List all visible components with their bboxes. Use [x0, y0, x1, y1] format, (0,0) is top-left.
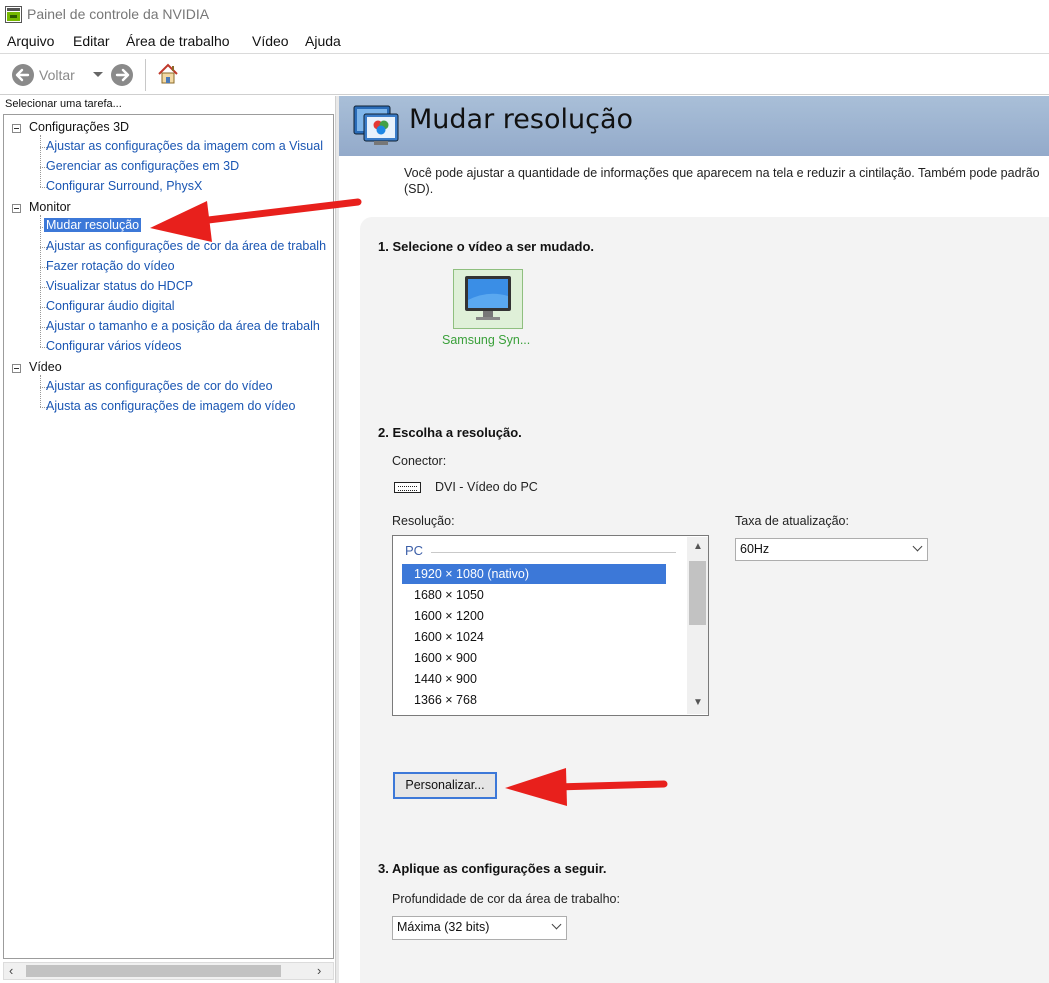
refresh-rate-dropdown[interactable]: 60Hz: [735, 538, 928, 561]
settings-content: 1. Selecione o vídeo a ser mudado. Samsu…: [360, 217, 1049, 983]
page-description: Você pode ajustar a quantidade de inform…: [404, 166, 1040, 196]
page-banner: Mudar resolução: [339, 96, 1049, 156]
tree-item-ajustar-imagem[interactable]: Ajustar as configurações da imagem com a…: [46, 139, 323, 153]
refresh-rate-value: 60Hz: [740, 542, 770, 556]
content-panel: Mudar resolução Você pode ajustar a quan…: [339, 96, 1049, 983]
window-title: Painel de controle da NVIDIA: [27, 6, 210, 22]
task-tree: Configurações 3D Ajustar as configuraçõe…: [3, 114, 334, 959]
toolbar-separator: [145, 59, 146, 91]
scroll-thumb[interactable]: [26, 965, 281, 977]
resolution-option[interactable]: 1680 × 1050: [402, 585, 666, 605]
collapse-3d-icon[interactable]: [12, 124, 21, 133]
forward-arrow-icon: [115, 68, 130, 82]
resolution-group-header: PC: [405, 543, 424, 558]
resolution-label: Resolução:: [392, 514, 455, 528]
scroll-thumb[interactable]: [689, 561, 706, 625]
scroll-up-icon[interactable]: ▲: [693, 541, 703, 552]
resolution-option[interactable]: 1600 × 1024: [402, 627, 666, 647]
connector-label: Conector:: [392, 454, 447, 468]
resolution-option[interactable]: 1920 × 1080 (nativo): [402, 564, 666, 584]
tree-group-video[interactable]: Vídeo: [29, 360, 62, 374]
scroll-right-icon[interactable]: ›: [317, 963, 321, 978]
chevron-down-icon: [912, 541, 923, 552]
step1-heading: 1. Selecione o vídeo a ser mudado.: [378, 239, 595, 254]
display-name[interactable]: Samsung Syn...: [442, 333, 530, 347]
resolution-list-scrollbar[interactable]: ▲ ▼: [687, 537, 708, 714]
title-bar: Painel de controle da NVIDIA: [0, 0, 1049, 30]
display-settings-icon: [353, 105, 399, 145]
forward-button[interactable]: [111, 64, 133, 86]
task-panel: Selecionar uma tarefa... Configurações 3…: [0, 96, 335, 983]
dvi-connector-icon: [394, 482, 421, 493]
tree-group-monitor[interactable]: Monitor: [29, 200, 71, 214]
monitor-icon: [465, 276, 511, 320]
tree-item-varios-videos[interactable]: Configurar vários vídeos: [46, 339, 181, 353]
tree-item-imagem-video[interactable]: Ajusta as configurações de imagem do víd…: [46, 399, 295, 413]
step3-heading: 3. Aplique as configurações a seguir.: [378, 861, 607, 876]
color-depth-label: Profundidade de cor da área de trabalho:: [392, 892, 620, 906]
collapse-video-icon[interactable]: [12, 364, 21, 373]
back-button[interactable]: [12, 64, 34, 86]
resolution-list[interactable]: PC 1920 × 1080 (nativo) 1680 × 1050 1600…: [392, 535, 709, 716]
back-arrow-icon: [15, 68, 30, 82]
resolution-option[interactable]: 1600 × 900: [402, 648, 666, 668]
collapse-monitor-icon[interactable]: [12, 204, 21, 213]
page-title: Mudar resolução: [409, 104, 634, 135]
resolution-option[interactable]: 1440 × 900: [402, 669, 666, 689]
group-divider: [431, 552, 676, 553]
tree-item-cor-video[interactable]: Ajustar as configurações de cor do vídeo: [46, 379, 273, 393]
color-depth-dropdown[interactable]: Máxima (32 bits): [392, 916, 567, 940]
scroll-down-icon[interactable]: ▼: [693, 697, 703, 708]
tree-item-audio-digital[interactable]: Configurar áudio digital: [46, 299, 175, 313]
nvidia-app-icon: [5, 6, 22, 23]
tree-item-surround-physx[interactable]: Configurar Surround, PhysX: [46, 179, 202, 193]
task-panel-header: Selecionar uma tarefa...: [5, 98, 122, 110]
tree-item-cor-area-trabalho[interactable]: Ajustar as configurações de cor da área …: [46, 239, 326, 253]
menu-video[interactable]: Vídeo: [252, 33, 289, 49]
tree-group-3d[interactable]: Configurações 3D: [29, 120, 129, 134]
scroll-left-icon[interactable]: ‹: [9, 963, 13, 978]
step2-heading: 2. Escolha a resolução.: [378, 425, 522, 440]
color-depth-value: Máxima (32 bits): [397, 920, 490, 934]
resolution-option[interactable]: 1600 × 1200: [402, 606, 666, 626]
home-icon[interactable]: [156, 62, 180, 86]
tree-item-mudar-resolucao[interactable]: Mudar resolução: [44, 218, 142, 232]
customize-button[interactable]: Personalizar...: [393, 772, 497, 799]
menu-arquivo[interactable]: Arquivo: [7, 33, 54, 49]
menu-editar[interactable]: Editar: [73, 33, 110, 49]
menu-ajuda[interactable]: Ajuda: [305, 33, 341, 49]
tree-item-tamanho-posicao[interactable]: Ajustar o tamanho e a posição da área de…: [46, 319, 320, 333]
chevron-down-icon: [551, 919, 562, 930]
history-dropdown-icon[interactable]: [93, 72, 103, 77]
refresh-rate-label: Taxa de atualização:: [735, 514, 849, 528]
connector-value: DVI - Vídeo do PC: [435, 480, 538, 494]
menu-area-de-trabalho[interactable]: Área de trabalho: [126, 33, 230, 49]
display-tile[interactable]: [453, 269, 523, 329]
tree-item-gerenciar-3d[interactable]: Gerenciar as configurações em 3D: [46, 159, 239, 173]
back-label[interactable]: Voltar: [39, 67, 75, 83]
tree-horizontal-scrollbar[interactable]: ‹ ›: [3, 962, 334, 980]
resolution-option[interactable]: 1366 × 768: [402, 690, 666, 710]
tree-item-rotacao[interactable]: Fazer rotação do vídeo: [46, 259, 175, 273]
toolbar: Voltar: [0, 55, 1049, 95]
tree-guide-3d: [40, 135, 41, 187]
menu-bar: Arquivo Editar Área de trabalho Vídeo Aj…: [0, 30, 1049, 54]
tree-guide-video: [40, 375, 41, 407]
tree-item-hdcp[interactable]: Visualizar status do HDCP: [46, 279, 193, 293]
